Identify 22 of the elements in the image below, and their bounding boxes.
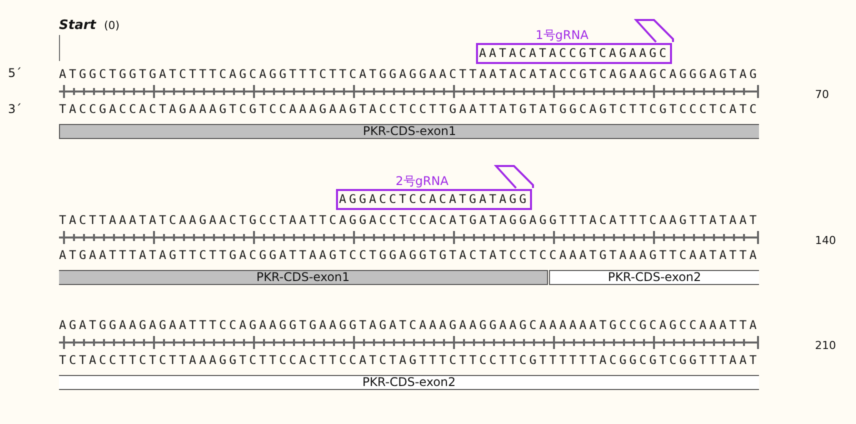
sequence-position: 140 [814,234,837,247]
grna-sequence: AGGACCTCCACATGATAGG [336,189,532,210]
strand-label: 5´ [7,66,23,80]
top-strand-sequence: AGATGGAAGAGAATTTCCAGAAGGTGAAGGTAGATCAAAGAAGGAAGCAAAAAATGCCGCAGCCAAATTA [59,317,757,333]
top-strand-sequence: TACTTAAATATCAAGAACTGCCTAATTCAGGACCTCCACATGATAGGAGGTTTACATTTCAAGTTATAAT [59,212,757,228]
sequence-position: 70 [814,88,830,101]
bottom-strand-sequence: TCTACCTTCTCTTAAAGGTCTTCCACTTCCATCTAGTTTCTTCCTTCGTTTTTTACGGCGTCGGTTTAAT [59,352,757,368]
start-label: Start [59,18,96,33]
grna-sequence: AATACATACCGTCAGAAGC [476,43,672,64]
bottom-strand-sequence: ATGAATTTATAGTTCTTGACGGATTAAGTCCTGGAGGTGTACTATCCTCCAAATGTAAAGTTCAATATTA [59,247,757,263]
start-marker-line [59,35,60,61]
grna-label: 2号gRNA [396,173,450,189]
grna-label: 1号gRNA [536,27,590,43]
feature-bar: PKR-CDS-exon2 [59,375,759,390]
sequence-position: 210 [814,339,837,352]
top-strand-sequence: ATGGCTGGTGATCTTTCAGCAGGTTTCTTCATGGAGGAACTTAATACATACCGTCAGAAGCAGGGAGTAG [59,66,757,82]
strand-label: 3´ [7,102,23,116]
feature-bar: PKR-CDS-exon1 [59,124,759,139]
start-position: (0) [104,19,120,32]
bottom-strand-sequence: TACCGACCACTAGAAAGTCGTCCAAAGAAGTACCTCCTTGAATTATGTATGGCAGTCTTCGTCCCTCATC [59,101,757,117]
feature-bar: PKR-CDS-exon2 [549,270,759,285]
feature-bar: PKR-CDS-exon1 [59,270,548,285]
